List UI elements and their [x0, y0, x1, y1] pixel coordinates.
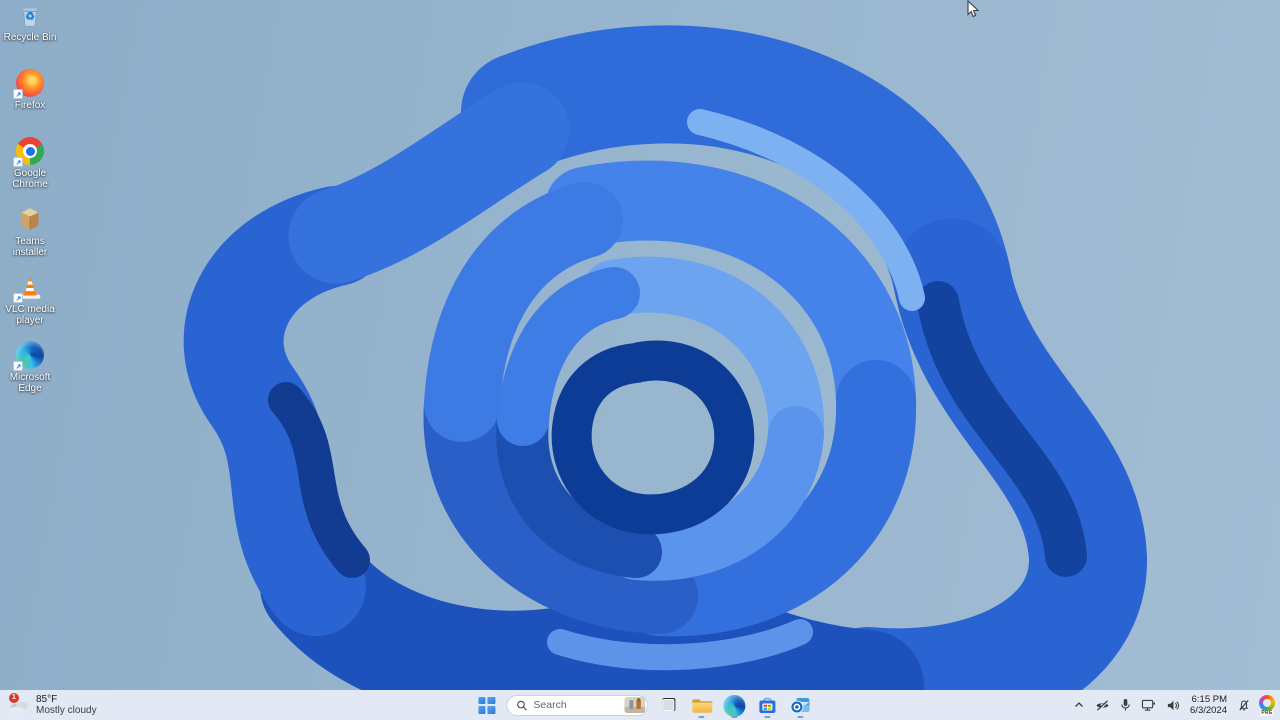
- search-input[interactable]: [533, 699, 619, 711]
- shortcut-arrow-icon: [13, 361, 23, 371]
- desktop-icon-label: Microsoft Edge: [9, 372, 51, 394]
- clock[interactable]: 6:15 PM 6/3/2024: [1187, 694, 1230, 716]
- shortcut-arrow-icon: [13, 293, 23, 303]
- taskbar-center: [473, 690, 813, 720]
- desktop-icon-label: Recycle Bin: [3, 32, 57, 43]
- running-indicator: [731, 716, 738, 718]
- shortcut-arrow-icon: [13, 157, 23, 167]
- running-indicator: [764, 716, 771, 718]
- desktop-icon-vlc[interactable]: VLC media player: [0, 272, 60, 333]
- desktop-icon-recycle-bin[interactable]: ♻ Recycle Bin: [0, 0, 60, 61]
- clock-time: 6:15 PM: [1191, 694, 1227, 705]
- weather-widget[interactable]: 1 85°F Mostly cloudy: [7, 690, 97, 720]
- edge-icon: [723, 694, 746, 717]
- vlc-cone-icon: [13, 272, 45, 303]
- chrome-icon: [13, 136, 45, 167]
- recycle-symbol: ♻: [25, 11, 35, 23]
- search-box[interactable]: [506, 694, 649, 716]
- desktop-icon-label: Google Chrome: [12, 168, 48, 190]
- wallpaper-bloom: [183, 25, 1147, 720]
- weather-temperature: 85°F: [36, 694, 58, 705]
- edge-button[interactable]: [721, 692, 747, 718]
- microphone-icon[interactable]: [1117, 692, 1134, 718]
- microsoft-store-button[interactable]: [754, 692, 780, 718]
- desktop-icon-google-chrome[interactable]: Google Chrome: [0, 136, 60, 197]
- file-explorer-icon: [691, 698, 712, 713]
- windows-logo-icon: [477, 696, 495, 714]
- desktop-icon-teams-installer[interactable]: Teams installer: [0, 204, 60, 265]
- recycle-bin-icon: ♻: [15, 0, 45, 30]
- camera-off-icon[interactable]: [1092, 692, 1113, 718]
- search-icon: [517, 700, 527, 710]
- firefox-icon: [13, 68, 45, 99]
- taskbar: 1 85°F Mostly cloudy Search 6:15 PM 6/3/…: [0, 690, 1280, 720]
- desktop-icon-microsoft-edge[interactable]: Microsoft Edge: [0, 340, 60, 401]
- hidden-icons-chevron[interactable]: [1070, 692, 1088, 718]
- copilot-preview-icon[interactable]: PRE: [1258, 695, 1276, 716]
- desktop-icon-firefox[interactable]: Firefox: [0, 68, 60, 129]
- running-indicator: [797, 716, 804, 718]
- outlook-button[interactable]: [787, 692, 813, 718]
- desktop-icon-label: Teams installer: [12, 236, 48, 258]
- notifications-muted-bell-icon[interactable]: [1234, 692, 1254, 718]
- desktop-icon-label: Firefox: [14, 100, 46, 111]
- search-daily-image[interactable]: [624, 697, 646, 713]
- shortcut-arrow-icon: [13, 89, 23, 99]
- microsoft-store-icon: [759, 697, 776, 713]
- volume-icon[interactable]: [1163, 692, 1183, 718]
- task-view-icon: [657, 694, 679, 716]
- task-view-button[interactable]: [655, 692, 681, 718]
- desktop-icon-column: ♻ Recycle Bin Firefox Google Chrome Team…: [0, 0, 60, 401]
- outlook-icon: [790, 698, 810, 714]
- network-icon[interactable]: [1138, 692, 1159, 718]
- desktop-icon-label: VLC media player: [5, 304, 55, 326]
- running-indicator: [698, 716, 705, 718]
- system-tray: 6:15 PM 6/3/2024 PRE: [1070, 690, 1276, 720]
- start-button[interactable]: [473, 692, 499, 718]
- clock-date: 6/3/2024: [1190, 705, 1227, 716]
- file-explorer-button[interactable]: [688, 692, 714, 718]
- installer-box-icon: [15, 204, 45, 234]
- copilot-preview-badge: PRE: [1260, 710, 1274, 716]
- weather-condition: Mostly cloudy: [36, 705, 97, 716]
- notification-count-badge: 1: [9, 693, 19, 703]
- edge-icon: [13, 340, 45, 371]
